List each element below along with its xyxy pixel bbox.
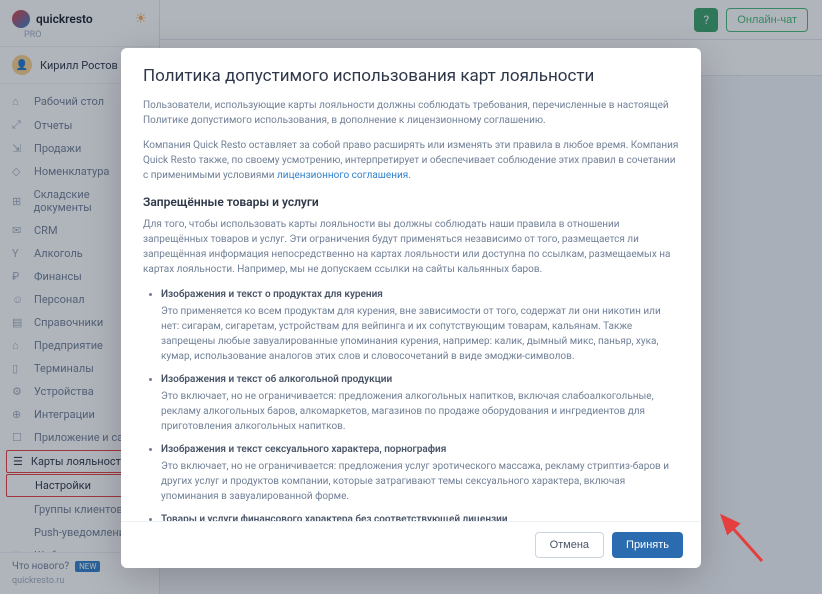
- accept-button[interactable]: Принять: [612, 532, 683, 558]
- modal-subheading: Запрещённые товары и услуги: [143, 195, 679, 209]
- policy-modal: Политика допустимого использования карт …: [121, 48, 701, 568]
- list-item: Изображения и текст сексуального характе…: [161, 442, 679, 504]
- modal-footer: Отмена Принять: [121, 521, 701, 568]
- modal-paragraph: Для того, чтобы использовать карты лояль…: [143, 217, 679, 277]
- modal-body: Политика допустимого использования карт …: [121, 48, 701, 521]
- license-link[interactable]: лицензионного соглашения: [277, 170, 408, 181]
- modal-paragraph: Компания Quick Resto оставляет за собой …: [143, 138, 679, 183]
- modal-title: Политика допустимого использования карт …: [143, 66, 679, 86]
- list-item: Изображения и текст о продуктах для куре…: [161, 287, 679, 364]
- prohibited-list: Изображения и текст о продуктах для куре…: [143, 287, 679, 521]
- modal-paragraph: Пользователи, использующие карты лояльно…: [143, 98, 679, 128]
- modal-overlay: Политика допустимого использования карт …: [0, 0, 822, 594]
- list-item: Изображения и текст об алкогольной проду…: [161, 372, 679, 434]
- cancel-button[interactable]: Отмена: [535, 532, 604, 558]
- list-item: Товары и услуги финансового характера бе…: [161, 512, 679, 521]
